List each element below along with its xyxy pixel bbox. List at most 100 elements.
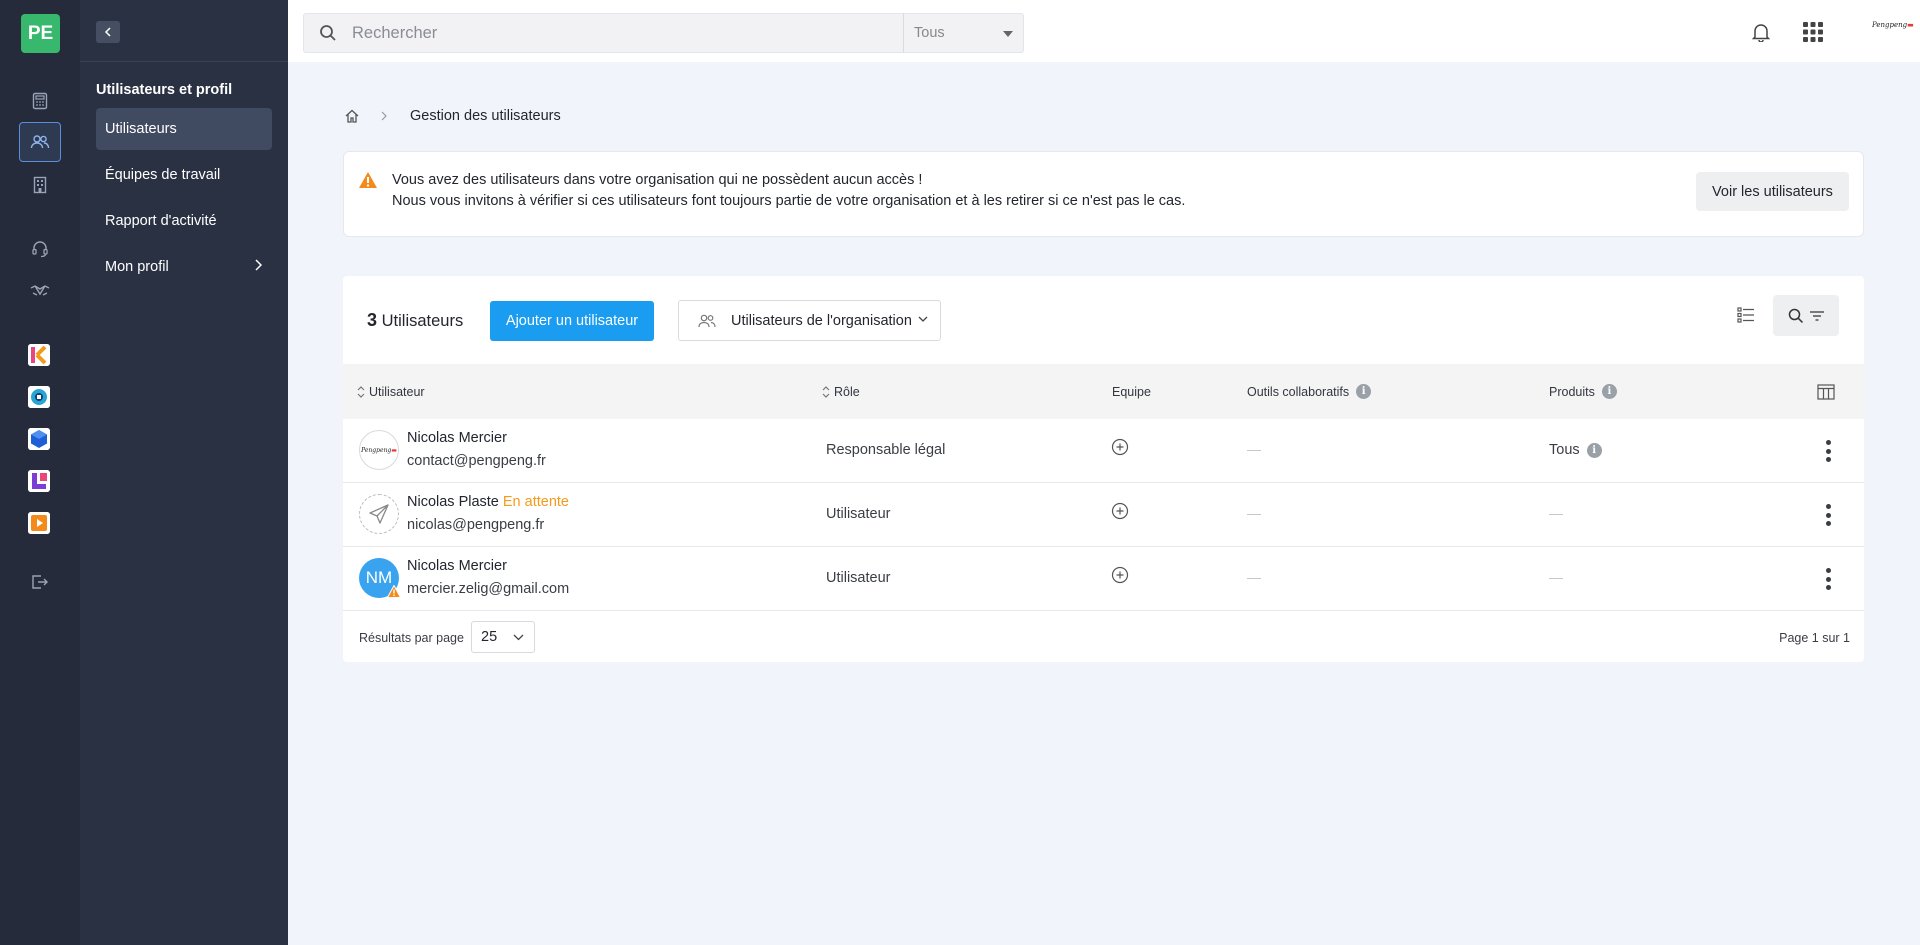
filter-icon: [1810, 310, 1824, 321]
search-scope-value: Tous: [914, 25, 945, 41]
handshake-icon[interactable]: [19, 271, 61, 311]
per-page-label: Résultats par page: [359, 631, 464, 645]
k-app-icon[interactable]: [28, 344, 50, 366]
add-team-icon[interactable]: [1111, 438, 1129, 456]
org-avatar[interactable]: PE: [21, 14, 60, 53]
column-header-products: Produits i: [1549, 364, 1617, 419]
search-icon: [320, 25, 336, 41]
user-scope-value: Utilisateurs de l'organisation: [731, 312, 912, 329]
alert-message: Nous vous invitons à vérifier si ces uti…: [392, 193, 1186, 209]
column-header-team: Equipe: [1112, 364, 1151, 419]
global-search: [303, 13, 911, 53]
user-products-text: Tous: [1549, 442, 1580, 458]
home-icon[interactable]: [344, 108, 360, 124]
alert-title: Vous avez des utilisateurs dans votre or…: [392, 172, 923, 188]
user-name: Nicolas Mercier: [407, 430, 507, 446]
add-team-icon[interactable]: [1111, 502, 1129, 520]
row-menu-button[interactable]: [1818, 502, 1838, 528]
sort-icon: [357, 385, 365, 398]
users-icon: [698, 314, 716, 327]
blue-cube-app-icon[interactable]: [28, 428, 50, 450]
avatar-logo-text: Pengpeng: [361, 446, 392, 454]
send-icon: [369, 504, 389, 524]
sidebar-item-my-profile[interactable]: Mon profil: [96, 246, 272, 288]
chevron-down-icon: [918, 316, 928, 322]
headset-icon[interactable]: [19, 229, 61, 269]
users-icon[interactable]: [19, 122, 61, 162]
brand-logo[interactable]: Pengpeng▬: [1872, 21, 1914, 29]
user-role: Responsable légal: [826, 442, 946, 458]
main-content: Gestion des utilisateurs Vous avez des u…: [288, 62, 1920, 945]
sidebar-item-label: Utilisateurs: [105, 121, 177, 137]
search-icon: [1788, 308, 1804, 323]
column-label: Outils collaboratifs: [1247, 384, 1350, 399]
user-email: nicolas@pengpeng.fr: [407, 517, 545, 533]
columns-settings-icon[interactable]: [1817, 364, 1835, 419]
user-name: Nicolas Plaste En attente: [407, 494, 569, 510]
chevron-left-icon: [104, 27, 111, 37]
search-filter-button[interactable]: [1773, 295, 1839, 336]
row-menu-button[interactable]: [1818, 566, 1838, 592]
per-page-select[interactable]: 25: [471, 621, 535, 653]
sub-sidebar-header: [80, 0, 288, 62]
orange-play-app-icon[interactable]: [28, 512, 50, 534]
breadcrumb-current: Gestion des utilisateurs: [410, 108, 561, 124]
avatar-pending: [359, 494, 399, 534]
add-user-button[interactable]: Ajouter un utilisateur: [490, 301, 654, 341]
user-email: contact@pengpeng.fr: [407, 453, 546, 469]
chevron-down-icon: [513, 634, 524, 641]
purple-app-icon[interactable]: [28, 470, 50, 492]
bell-icon[interactable]: [1748, 19, 1774, 45]
breadcrumb: Gestion des utilisateurs: [344, 98, 561, 134]
icon-rail: PE: [0, 0, 80, 945]
table-row[interactable]: Nicolas Plaste En attente nicolas@pengpen…: [343, 483, 1864, 547]
users-count: 3 Utilisateurs: [367, 310, 463, 331]
sidebar-item-teams[interactable]: Équipes de travail: [96, 154, 272, 196]
column-label: Equipe: [1112, 384, 1151, 399]
table-row[interactable]: Pengpeng ▬ Nicolas Mercier contact@pengpe…: [343, 419, 1864, 483]
brand-logo-mark: ▬: [1907, 21, 1914, 29]
sidebar-item-activity-report[interactable]: Rapport d'activité: [96, 200, 272, 242]
users-card: 3 Utilisateurs Ajouter un utilisateur Ut…: [343, 276, 1864, 662]
column-label: Rôle: [834, 384, 860, 399]
tools-empty: [1247, 578, 1261, 579]
collapse-sidebar-button[interactable]: [96, 21, 120, 43]
warning-icon: [359, 172, 377, 188]
row-menu-button[interactable]: [1818, 438, 1838, 464]
apps-grid-icon[interactable]: [1800, 19, 1826, 45]
add-team-icon[interactable]: [1111, 566, 1129, 584]
column-header-role[interactable]: Rôle: [822, 364, 860, 419]
caret-down-icon: [1003, 31, 1013, 37]
column-label: Utilisateur: [369, 384, 425, 399]
building-icon[interactable]: [19, 165, 61, 205]
info-icon[interactable]: i: [1586, 442, 1602, 458]
per-page-value: 25: [481, 629, 498, 645]
user-scope-dropdown[interactable]: Utilisateurs de l'organisation: [678, 300, 941, 341]
products-empty: [1549, 514, 1563, 515]
logout-icon[interactable]: [19, 562, 61, 602]
table-row[interactable]: NM Nicolas Mercier mercier.zelig@gmail.c…: [343, 547, 1864, 611]
search-scope-select[interactable]: Tous: [903, 13, 1024, 53]
users-count-label: Utilisateurs: [381, 312, 464, 330]
column-label: Produits: [1549, 384, 1595, 399]
column-header-user[interactable]: Utilisateur: [357, 364, 425, 419]
search-input[interactable]: [352, 14, 852, 52]
table-header: Utilisateur Rôle Equipe Outils collabora…: [343, 364, 1864, 419]
user-name-text: Nicolas Mercier: [407, 430, 507, 446]
products-empty: [1549, 578, 1563, 579]
view-users-button[interactable]: Voir les utilisateurs: [1696, 172, 1849, 211]
calculator-icon[interactable]: [19, 81, 61, 121]
blue-circle-app-icon[interactable]: [28, 386, 50, 408]
sidebar-item-label: Rapport d'activité: [105, 213, 217, 229]
sidebar-item-users[interactable]: Utilisateurs: [96, 108, 272, 150]
info-icon[interactable]: i: [1356, 384, 1372, 399]
user-role: Utilisateur: [826, 506, 891, 522]
info-icon[interactable]: i: [1601, 384, 1617, 399]
list-view-icon[interactable]: [1737, 306, 1755, 324]
no-access-alert: Vous avez des utilisateurs dans votre or…: [343, 151, 1864, 237]
tools-empty: [1247, 450, 1261, 451]
sub-sidebar-section-title: Utilisateurs et profil: [96, 82, 233, 98]
sort-icon: [822, 385, 830, 398]
column-header-tools: Outils collaboratifs i: [1247, 364, 1372, 419]
users-count-number: 3: [367, 310, 378, 330]
